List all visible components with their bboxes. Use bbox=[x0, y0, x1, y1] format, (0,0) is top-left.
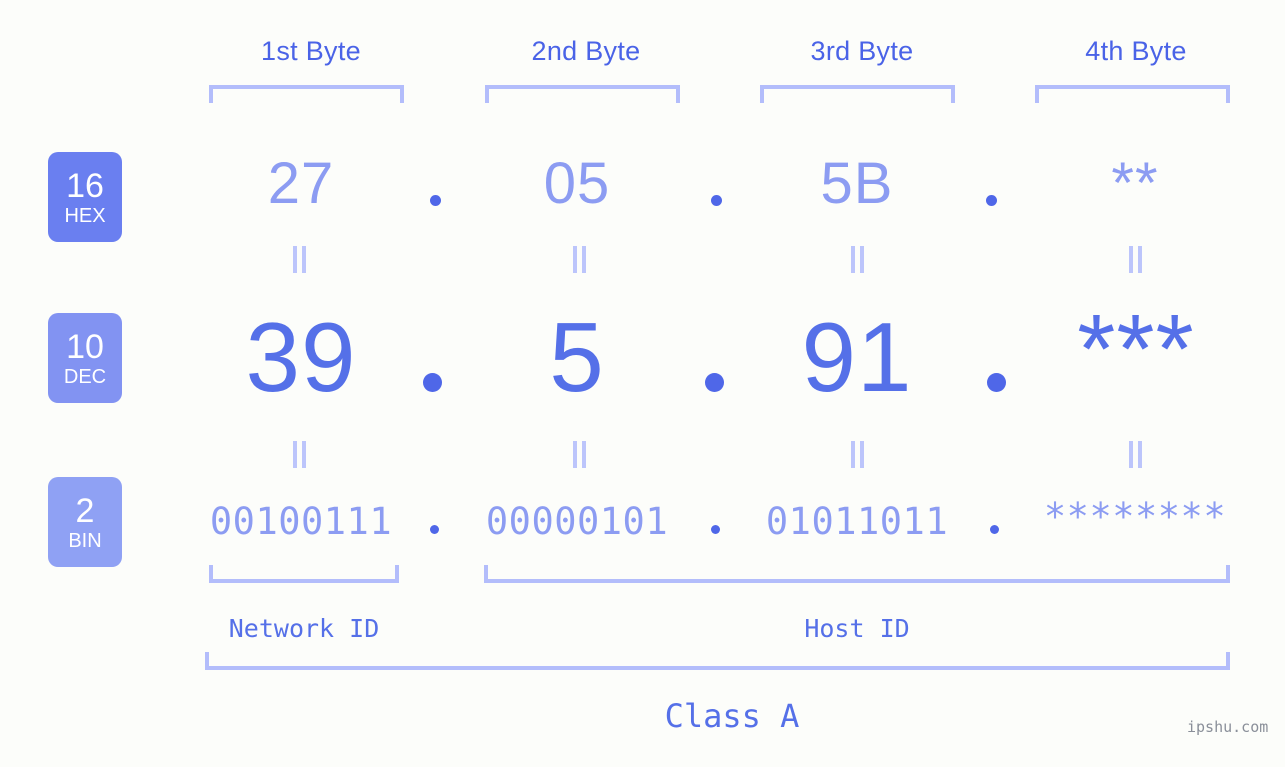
bin-byte-1: 00100111 bbox=[209, 500, 393, 543]
radix-badge-dec: 10 DEC bbox=[48, 313, 122, 403]
hex-byte-3: 5B bbox=[820, 151, 894, 216]
radix-badge-bin-name: BIN bbox=[68, 529, 102, 552]
hex-separator-dot-1 bbox=[430, 195, 441, 206]
hex-byte-4: ** bbox=[1111, 151, 1159, 216]
bin-byte-4: ******** bbox=[1043, 495, 1227, 538]
dec-byte-2: 5 bbox=[549, 302, 605, 412]
dec-separator-dot-1 bbox=[423, 373, 442, 392]
byte-bracket-top-4 bbox=[1035, 85, 1230, 103]
hex-byte-1: 27 bbox=[267, 151, 335, 216]
radix-badge-hex-name: HEX bbox=[64, 204, 106, 227]
radix-badge-dec-number: 10 bbox=[66, 327, 104, 366]
ip-byte-breakdown-diagram: 1st Byte 2nd Byte 3rd Byte 4th Byte 16 H… bbox=[0, 0, 1285, 767]
radix-badge-hex-number: 16 bbox=[66, 166, 104, 205]
network-id-label: Network ID bbox=[228, 614, 380, 643]
bin-byte-3: 01011011 bbox=[765, 500, 949, 543]
equals-mark-dec-bin-4 bbox=[1129, 441, 1142, 468]
radix-badge-bin: 2 BIN bbox=[48, 477, 122, 567]
bin-separator-dot-2 bbox=[711, 525, 720, 534]
equals-mark-hex-dec-2 bbox=[573, 246, 586, 273]
radix-badge-dec-name: DEC bbox=[63, 365, 107, 388]
byte-header-3: 3rd Byte bbox=[810, 36, 914, 66]
byte-header-2: 2nd Byte bbox=[531, 36, 641, 66]
watermark: ipshu.com bbox=[1187, 718, 1269, 736]
class-bracket bbox=[205, 652, 1230, 670]
byte-header-4: 4th Byte bbox=[1085, 36, 1187, 66]
dec-byte-1: 39 bbox=[245, 302, 357, 412]
class-label: Class A bbox=[664, 697, 800, 735]
host-id-bracket bbox=[484, 565, 1230, 583]
dec-byte-3: 91 bbox=[801, 302, 913, 412]
equals-mark-hex-dec-3 bbox=[851, 246, 864, 273]
bin-separator-dot-3 bbox=[990, 525, 999, 534]
byte-bracket-top-2 bbox=[485, 85, 680, 103]
bin-byte-2: 00000101 bbox=[485, 500, 669, 543]
byte-bracket-top-1 bbox=[209, 85, 404, 103]
radix-badge-bin-number: 2 bbox=[75, 491, 95, 530]
hex-byte-2: 05 bbox=[543, 151, 611, 216]
equals-mark-dec-bin-3 bbox=[851, 441, 864, 468]
byte-bracket-top-3 bbox=[760, 85, 955, 103]
equals-mark-hex-dec-1 bbox=[293, 246, 306, 273]
radix-badge-hex: 16 HEX bbox=[48, 152, 122, 242]
dec-separator-dot-2 bbox=[705, 373, 724, 392]
hex-separator-dot-3 bbox=[986, 195, 997, 206]
equals-mark-hex-dec-4 bbox=[1129, 246, 1142, 273]
dec-byte-4: *** bbox=[1077, 294, 1195, 404]
equals-mark-dec-bin-2 bbox=[573, 441, 586, 468]
host-id-label: Host ID bbox=[804, 614, 910, 643]
dec-separator-dot-3 bbox=[987, 373, 1006, 392]
equals-mark-dec-bin-1 bbox=[293, 441, 306, 468]
hex-separator-dot-2 bbox=[711, 195, 722, 206]
bin-separator-dot-1 bbox=[430, 525, 439, 534]
byte-header-1: 1st Byte bbox=[261, 36, 361, 66]
network-id-bracket bbox=[209, 565, 399, 583]
